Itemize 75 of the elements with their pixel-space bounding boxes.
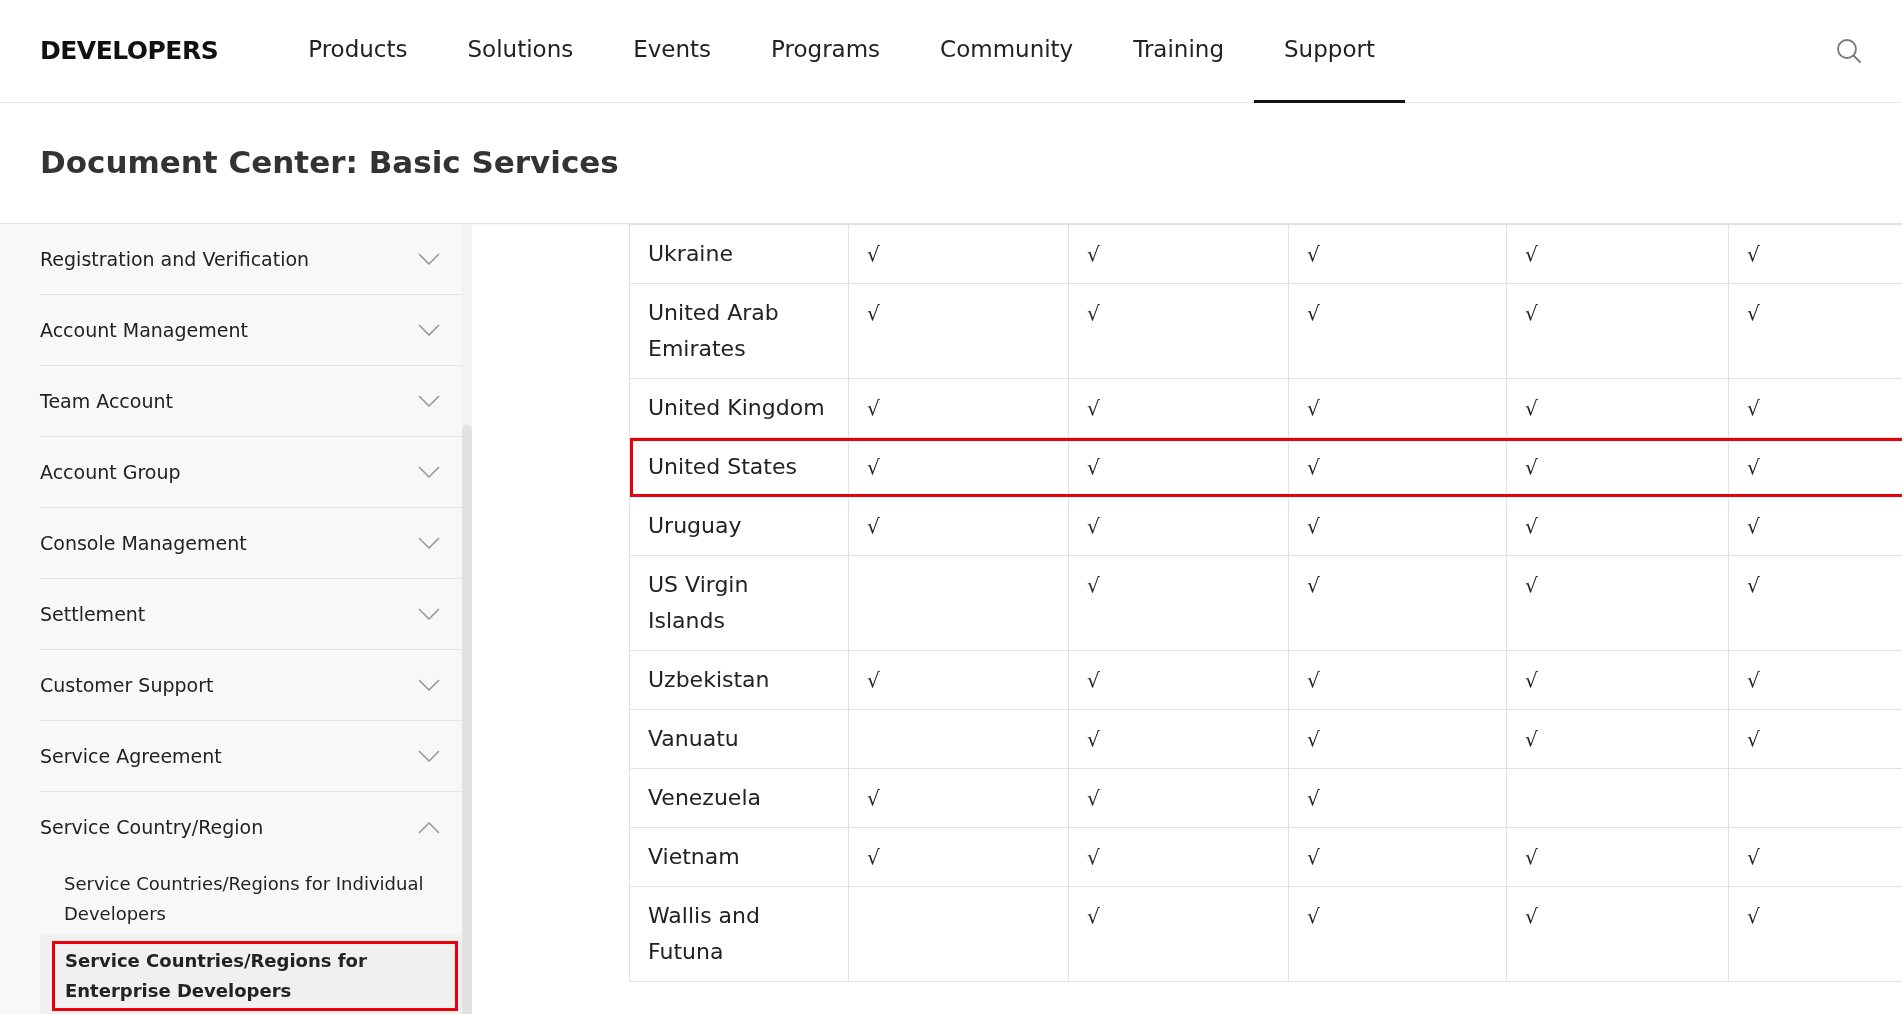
check-mark: √ xyxy=(867,301,880,325)
nav-tab[interactable]: Products xyxy=(278,0,438,103)
check-mark: √ xyxy=(1747,904,1760,928)
check-mark: √ xyxy=(1307,573,1320,597)
nav-tab[interactable]: Support xyxy=(1254,0,1405,103)
check-mark: √ xyxy=(867,845,880,869)
scrollbar-thumb[interactable] xyxy=(462,425,472,1014)
check-mark: √ xyxy=(1525,845,1538,869)
check-mark: √ xyxy=(867,786,880,810)
check-mark: √ xyxy=(1525,396,1538,420)
country-cell: US Virgin Islands xyxy=(629,555,849,651)
check-mark: √ xyxy=(867,455,880,479)
check-mark: √ xyxy=(1525,301,1538,325)
check-mark: √ xyxy=(1087,786,1100,810)
check-mark: √ xyxy=(1525,727,1538,751)
check-mark: √ xyxy=(1307,242,1320,266)
logo[interactable]: DEVELOPERS xyxy=(40,32,219,70)
check-mark: √ xyxy=(1747,845,1760,869)
search-icon[interactable] xyxy=(1836,38,1862,64)
check-mark: √ xyxy=(1087,396,1100,420)
nav-tab[interactable]: Solutions xyxy=(437,0,604,103)
check-mark: √ xyxy=(867,396,880,420)
check-mark: √ xyxy=(1087,514,1100,538)
check-mark: √ xyxy=(1087,845,1100,869)
check-mark: √ xyxy=(1747,727,1760,751)
check-mark: √ xyxy=(1087,727,1100,751)
sidebar-item[interactable]: Service Country/Region xyxy=(40,792,462,863)
nav-tab[interactable]: Community xyxy=(910,0,1104,103)
check-mark: √ xyxy=(1307,396,1320,420)
check-mark: √ xyxy=(1087,904,1100,928)
check-mark: √ xyxy=(1747,242,1760,266)
check-mark: √ xyxy=(1087,668,1100,692)
check-mark: √ xyxy=(1525,455,1538,479)
check-mark: √ xyxy=(1525,573,1538,597)
country-cell: Vietnam xyxy=(629,827,849,887)
country-cell: Wallis and Futuna xyxy=(629,886,849,982)
check-mark: √ xyxy=(1307,455,1320,479)
check-mark: √ xyxy=(1747,455,1760,479)
page-title: Document Center: Basic Services xyxy=(40,144,619,182)
country-cell: Ukraine xyxy=(629,224,849,284)
country-cell: United States xyxy=(629,437,849,497)
check-mark: √ xyxy=(1747,573,1760,597)
check-mark: √ xyxy=(1747,514,1760,538)
country-cell: Uzbekistan xyxy=(629,650,849,710)
country-cell: Venezuela xyxy=(629,768,849,828)
check-mark: √ xyxy=(1087,455,1100,479)
check-mark: √ xyxy=(1307,514,1320,538)
country-cell: Vanuatu xyxy=(629,709,849,769)
check-mark: √ xyxy=(1307,786,1320,810)
check-mark: √ xyxy=(867,514,880,538)
check-mark: √ xyxy=(1087,242,1100,266)
check-mark: √ xyxy=(1747,301,1760,325)
country-cell: United Arab Emirates xyxy=(629,283,849,379)
check-mark: √ xyxy=(1307,727,1320,751)
nav-tab[interactable]: Training xyxy=(1103,0,1254,103)
nav-tab[interactable]: Events xyxy=(603,0,742,103)
country-cell: Uruguay xyxy=(629,496,849,556)
check-mark: √ xyxy=(1307,845,1320,869)
check-mark: √ xyxy=(1747,396,1760,420)
check-mark: √ xyxy=(1307,668,1320,692)
check-mark: √ xyxy=(1307,904,1320,928)
check-mark: √ xyxy=(867,668,880,692)
check-mark: √ xyxy=(1087,301,1100,325)
nav-tab[interactable]: Programs xyxy=(741,0,911,103)
check-mark: √ xyxy=(1525,904,1538,928)
check-mark: √ xyxy=(1307,301,1320,325)
check-mark: √ xyxy=(1525,242,1538,266)
sidebar-subitem[interactable]: Service Countries/Regions for Individual Developers xyxy=(40,863,462,935)
check-mark: √ xyxy=(1087,573,1100,597)
check-mark: √ xyxy=(1747,668,1760,692)
check-mark: √ xyxy=(867,242,880,266)
sidebar-subitem-label: Service Countries/Regions for Individual Developers xyxy=(64,872,425,926)
country-cell: United Kingdom xyxy=(629,378,849,438)
check-mark: √ xyxy=(1525,514,1538,538)
check-mark: √ xyxy=(1525,668,1538,692)
